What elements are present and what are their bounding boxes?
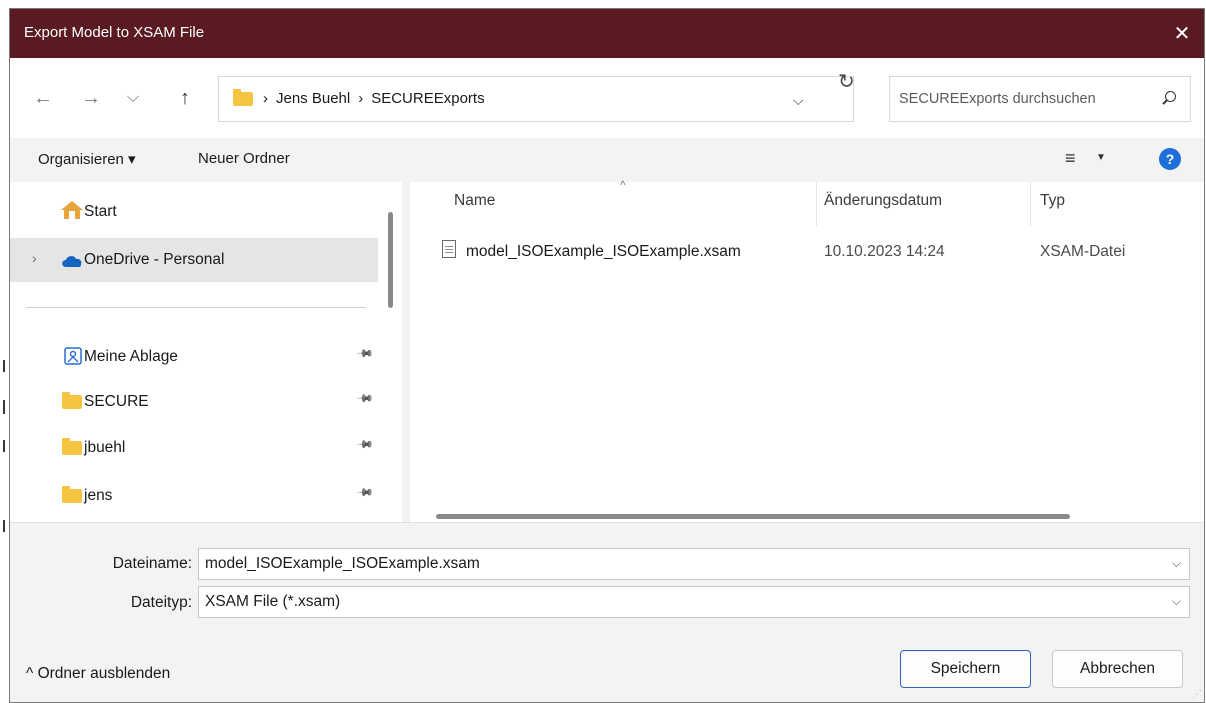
organize-menu-button[interactable]: Organisieren ▾: [38, 150, 136, 168]
column-separator[interactable]: [1030, 182, 1031, 226]
new-folder-button[interactable]: Neuer Ordner: [198, 150, 290, 167]
filename-field[interactable]: model_ISOExample_ISOExample.xsam ⌵: [198, 548, 1190, 580]
home-icon: [60, 200, 84, 224]
view-options-icon[interactable]: ≡: [1065, 148, 1076, 169]
filetype-select[interactable]: XSAM File (*.xsam) ⌵: [198, 586, 1190, 618]
sidebar-item-jbuehl[interactable]: jbuehl 📌: [10, 426, 378, 470]
sidebar-divider: [26, 307, 366, 308]
up-arrow-icon[interactable]: ↑: [174, 88, 196, 108]
hide-folders-button[interactable]: ^ Ordner ausblenden: [26, 665, 170, 683]
folder-icon: [62, 486, 82, 503]
filetype-value: XSAM File (*.xsam): [205, 593, 341, 610]
sidebar-item-label: Start: [84, 203, 117, 220]
forward-arrow-icon[interactable]: →: [80, 88, 102, 108]
refresh-icon[interactable]: ↻: [838, 69, 855, 94]
save-options-panel: Dateiname: model_ISOExample_ISOExample.x…: [10, 522, 1204, 702]
navigation-pane: Start › OneDrive - Personal Meine Ablage…: [10, 182, 402, 522]
background-mark: [3, 400, 5, 414]
sidebar-item-label: SECURE: [84, 393, 149, 410]
sidebar-item-secure[interactable]: SECURE 📌: [10, 380, 378, 424]
sidebar-item-label: jbuehl: [84, 439, 126, 456]
address-dropdown-icon[interactable]: ⌵: [793, 92, 804, 109]
pin-icon[interactable]: 📌: [355, 389, 374, 408]
filetype-label: Dateityp:: [130, 594, 192, 611]
column-header-type[interactable]: Typ: [1040, 192, 1065, 210]
column-header-date[interactable]: Änderungsdatum: [824, 192, 942, 210]
background-mark: [3, 360, 5, 372]
cancel-button[interactable]: Abbrechen: [1052, 650, 1183, 688]
save-button[interactable]: Speichern: [900, 650, 1031, 688]
file-date: 10.10.2023 14:24: [824, 243, 945, 260]
cloud-folder-icon: [62, 392, 82, 409]
back-arrow-icon[interactable]: ←: [32, 88, 54, 108]
background-mark: [3, 520, 5, 532]
drive-icon: [64, 347, 82, 369]
search-icon[interactable]: [1165, 91, 1176, 102]
pin-icon[interactable]: 📌: [355, 344, 374, 363]
search-placeholder: SECUREExports durchsuchen: [899, 91, 1096, 107]
sidebar-item-label: Meine Ablage: [84, 348, 178, 365]
help-icon[interactable]: ?: [1159, 148, 1181, 170]
search-input[interactable]: SECUREExports durchsuchen: [889, 76, 1191, 122]
title-bar: Export Model to XSAM File ✕: [10, 9, 1204, 58]
chevron-down-icon[interactable]: ⌵: [1172, 594, 1181, 609]
file-list: Name ^ Änderungsdatum Typ model_ISOExamp…: [410, 178, 1204, 522]
close-button[interactable]: ✕: [1160, 9, 1204, 58]
navigation-bar: ← → ⌵ ↑ › Jens Buehl › SECUREExports ⌵ ↻…: [10, 58, 1204, 138]
close-icon: ✕: [1173, 23, 1191, 45]
breadcrumb-separator: ›: [358, 90, 364, 107]
pin-icon[interactable]: 📌: [355, 435, 374, 454]
expand-chevron-icon[interactable]: ›: [32, 250, 37, 266]
filename-value: model_ISOExample_ISOExample.xsam: [205, 555, 480, 572]
cloud-icon: [60, 254, 84, 272]
file-type: XSAM-Datei: [1040, 243, 1126, 260]
sidebar-item-label: jens: [84, 487, 113, 504]
column-header-name[interactable]: Name: [454, 192, 495, 210]
file-name: model_ISOExample_ISOExample.xsam: [466, 243, 741, 260]
dialog-title: Export Model to XSAM File: [24, 24, 205, 41]
resize-grip-icon[interactable]: ⋰: [1192, 689, 1202, 700]
filename-label: Dateiname:: [112, 555, 192, 572]
chevron-down-icon[interactable]: ⌵: [1172, 556, 1181, 571]
sidebar-item-meine-ablage[interactable]: Meine Ablage 📌: [10, 335, 378, 379]
breadcrumb-item-jens-buehl[interactable]: Jens Buehl: [276, 90, 350, 107]
folder-icon: [62, 438, 82, 455]
sidebar-item-onedrive[interactable]: › OneDrive - Personal: [10, 238, 378, 282]
save-dialog: Export Model to XSAM File ✕ ← → ⌵ ↑ › Je…: [9, 8, 1205, 703]
view-dropdown-icon[interactable]: ▼: [1096, 152, 1106, 163]
address-bar[interactable]: › Jens Buehl › SECUREExports ⌵: [218, 76, 854, 122]
pin-icon[interactable]: 📌: [355, 483, 374, 502]
folder-icon: [233, 89, 253, 106]
breadcrumb: › Jens Buehl › SECUREExports: [263, 90, 485, 107]
breadcrumb-separator: ›: [263, 90, 268, 107]
horizontal-scrollbar[interactable]: [436, 514, 1070, 519]
recent-locations-chevron-icon[interactable]: ⌵: [122, 88, 144, 108]
background-app-edge: [0, 0, 9, 703]
sidebar-item-label: OneDrive - Personal: [84, 251, 225, 268]
table-row[interactable]: model_ISOExample_ISOExample.xsam 10.10.2…: [434, 234, 1194, 270]
breadcrumb-item-secureexports[interactable]: SECUREExports: [371, 90, 484, 107]
command-bar: Organisieren ▾ Neuer Ordner ≡ ▼ ?: [10, 138, 1204, 182]
sort-ascending-icon: ^: [620, 178, 626, 192]
sidebar-scrollbar[interactable]: [388, 212, 393, 308]
column-separator[interactable]: [816, 182, 817, 226]
sidebar-item-start[interactable]: Start: [10, 190, 378, 234]
sidebar-item-jens[interactable]: jens 📌: [10, 474, 378, 518]
background-mark: [3, 440, 5, 452]
document-icon: [442, 240, 456, 258]
